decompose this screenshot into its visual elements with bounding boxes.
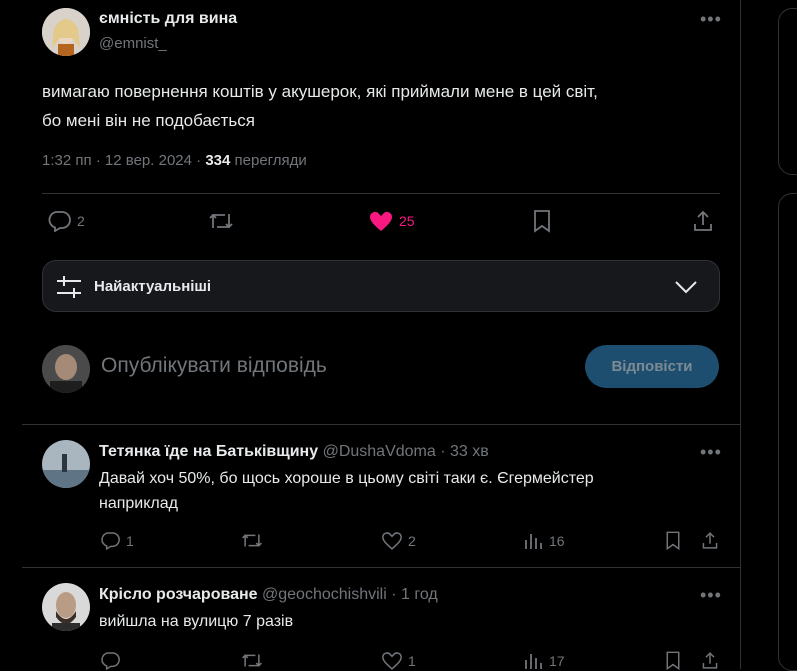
views-action[interactable]: 17 (523, 651, 565, 670)
divider (22, 424, 740, 425)
reply-icon (101, 532, 120, 550)
avatar[interactable] (42, 8, 90, 56)
sort-dropdown[interactable]: Найактуальніші (42, 260, 720, 312)
bookmark-action[interactable] (664, 530, 682, 551)
heart-icon (382, 532, 402, 550)
reply-input[interactable]: Опублікувати відповідь (101, 354, 327, 378)
heart-filled-icon (370, 212, 392, 231)
share-icon (702, 532, 718, 549)
retweet-icon (242, 654, 262, 667)
bookmark-action[interactable] (531, 209, 553, 233)
tweet-meta: 1:32 пп · 12 вер. 2024 · 334 перегляди (42, 152, 307, 169)
reply-author-name[interactable]: Тетянка їде на Батьківщину (99, 443, 318, 460)
chevron-down-icon (675, 281, 697, 294)
more-options-icon[interactable]: ••• (700, 586, 722, 604)
more-options-icon[interactable]: ••• (700, 10, 722, 28)
tweet-time[interactable]: 1:32 пп · 12 вер. 2024 · (42, 152, 201, 169)
reply-author-handle[interactable]: @geochochishvili (262, 586, 387, 603)
divider (42, 193, 720, 194)
reply-time[interactable]: · 33 хв (440, 443, 489, 460)
heart-icon (382, 652, 402, 670)
reply-action[interactable]: 2 (47, 210, 85, 232)
reply-avatar[interactable] (42, 583, 90, 631)
analytics-icon (525, 654, 542, 669)
reply-text: Давай хоч 50%, бо щось хороше в цьому св… (99, 470, 594, 512)
reply-action[interactable] (100, 651, 126, 670)
reply-action[interactable]: 1 (100, 531, 134, 550)
current-user-avatar[interactable] (42, 345, 90, 393)
analytics-icon (525, 534, 542, 549)
reply-time[interactable]: · 1 год (391, 586, 437, 603)
reply-header: Тетянка їде на Батьківщину @DushaVdoma ·… (99, 443, 489, 461)
like-action[interactable]: 1 (382, 651, 416, 670)
share-action[interactable] (701, 530, 719, 551)
bookmark-icon (666, 531, 680, 551)
right-sidebar-card (778, 193, 797, 671)
retweet-action[interactable] (207, 210, 235, 232)
share-action[interactable] (692, 209, 714, 233)
share-icon (694, 210, 712, 231)
bookmark-icon (534, 210, 550, 233)
more-options-icon[interactable]: ••• (700, 443, 722, 461)
like-action[interactable]: 25 (369, 210, 415, 232)
views-label: перегляди (234, 152, 307, 169)
reply-text: вийшла на вулицю 7 разів (99, 613, 294, 630)
reply-author-name[interactable]: Крісло розчароване (99, 586, 258, 603)
reply-header: Крісло розчароване @geochochishvili · 1 … (99, 586, 438, 604)
author-name[interactable]: ємність для вина (99, 10, 237, 28)
retweet-icon (242, 534, 262, 547)
tweet-text: вимагаю повернення коштів у акушерок, як… (42, 82, 598, 130)
like-action[interactable]: 2 (382, 531, 416, 550)
author-handle[interactable]: @emnist_ (99, 35, 167, 52)
share-icon (702, 652, 718, 669)
sort-label: Найактуальніші (94, 278, 212, 295)
bookmark-action[interactable] (664, 650, 682, 671)
views-action[interactable]: 16 (523, 531, 565, 550)
sliders-icon (57, 276, 81, 298)
retweet-action[interactable] (240, 651, 264, 670)
reply-icon (48, 211, 71, 232)
reply-icon (101, 652, 120, 670)
retweet-icon (209, 213, 233, 229)
reply-avatar[interactable] (42, 440, 90, 488)
views-count: 334 (205, 152, 231, 169)
reply-author-handle[interactable]: @DushaVdoma (323, 443, 436, 460)
bookmark-icon (666, 651, 680, 671)
retweet-action[interactable] (240, 531, 264, 550)
share-action[interactable] (701, 650, 719, 671)
right-sidebar-card (778, 8, 797, 175)
reply-button[interactable]: Відповісти (585, 345, 719, 388)
divider (22, 567, 740, 568)
